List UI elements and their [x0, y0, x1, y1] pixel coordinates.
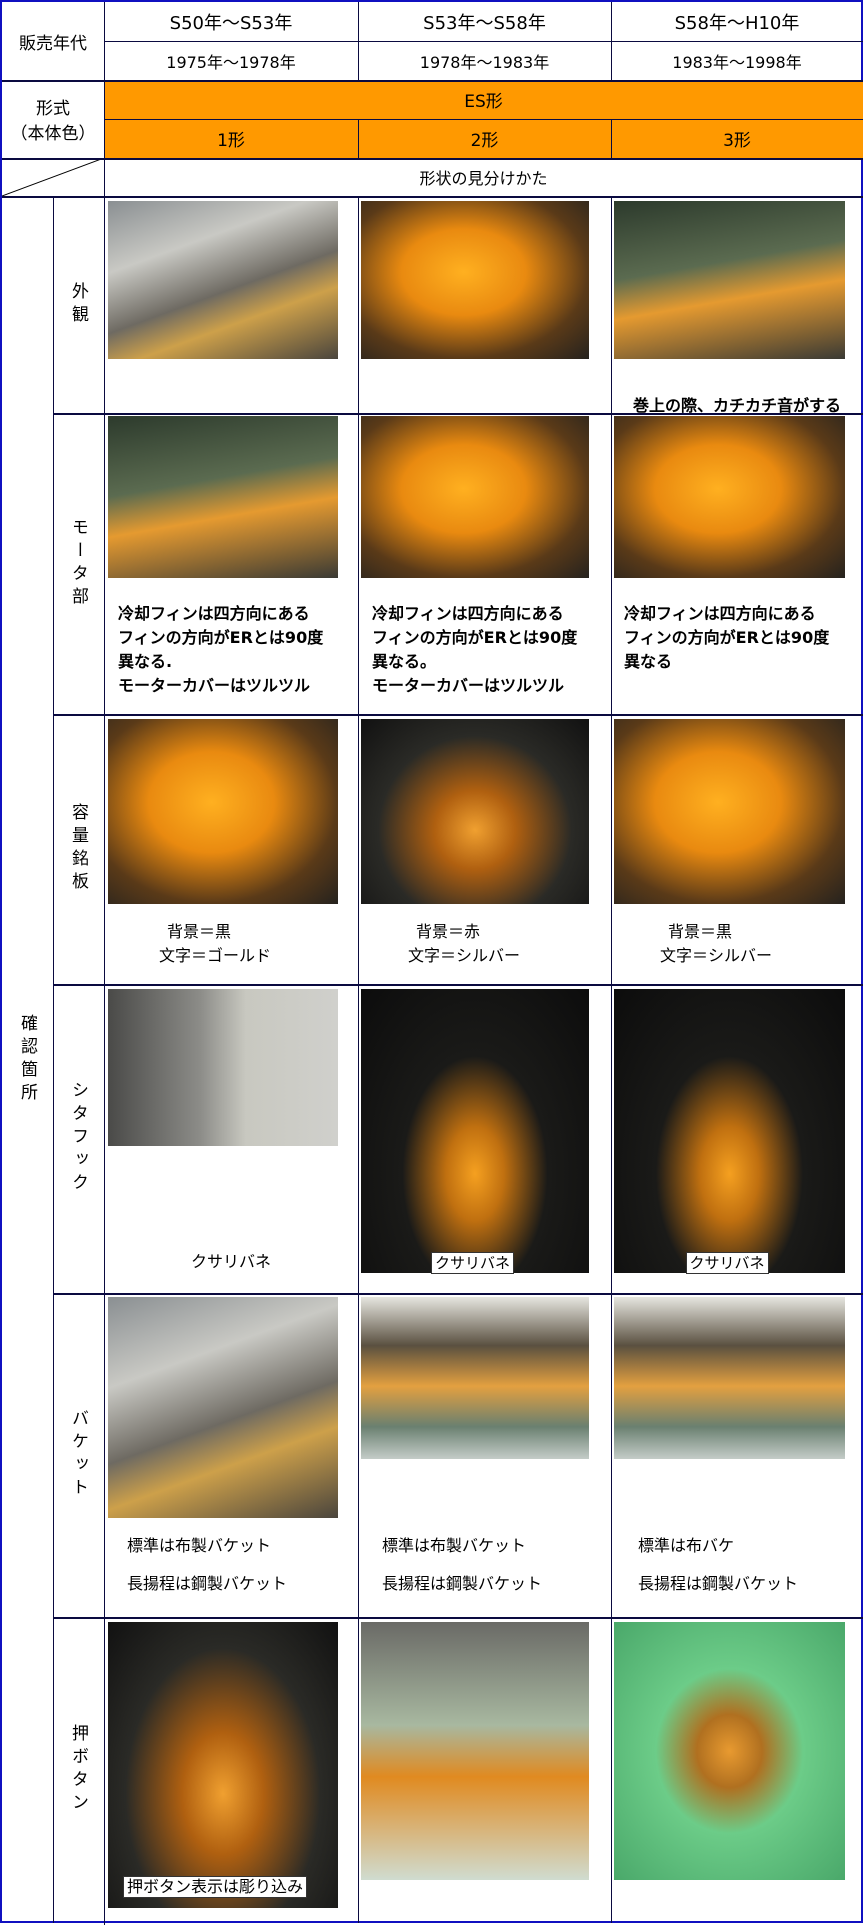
model-type: 1形	[104, 119, 358, 158]
grid-line	[2, 80, 863, 82]
motor-photo	[108, 416, 338, 578]
cell-note: 背景＝赤	[416, 922, 481, 941]
hoist-exterior-photo	[361, 201, 589, 359]
grid-line	[104, 2, 105, 1925]
grid-line	[104, 196, 863, 198]
cell-note: 長揚程は鋼製バケット	[127, 1574, 288, 1593]
identify-label: 形状の見分けかた	[419, 169, 548, 188]
period-showa: S58年～H10年	[674, 12, 800, 34]
cell-note: 背景＝黒	[167, 922, 232, 941]
cell-note: 異なる	[624, 652, 673, 671]
cell-note: フィンの方向がERとは90度	[372, 628, 578, 647]
cell-note: 背景＝黒	[668, 922, 733, 941]
motor-photo	[361, 416, 589, 578]
grid-line	[358, 119, 359, 158]
diagonal-line-svg	[1, 157, 105, 197]
cell-note: 標準は布製バケット	[127, 1536, 272, 1555]
chain-bucket-photo	[108, 1297, 338, 1518]
chain-bucket-photo	[614, 1297, 845, 1459]
grid-line	[53, 413, 863, 415]
chain-bucket-photo	[361, 1297, 589, 1459]
cell-note: 冷却フィンは四方向にある	[372, 604, 564, 623]
grid-line	[611, 119, 612, 158]
cell-note: 文字＝シルバー	[408, 946, 521, 965]
model-type: 2形	[358, 119, 611, 158]
cell-note: クサリバネ	[190, 1252, 271, 1271]
model-label-line2: （本体色）	[10, 124, 96, 144]
cell-note: 標準は布製バケット	[382, 1536, 527, 1555]
cell-note: 文字＝ゴールド	[159, 946, 272, 965]
period-year: 1983年～1998年	[672, 52, 802, 72]
grid-line	[611, 2, 612, 80]
section-label: モータ部	[68, 517, 88, 610]
grid-line	[53, 714, 863, 716]
sales-period-label: 販売年代	[19, 33, 87, 54]
cell-note: 標準は布バケ	[638, 1536, 735, 1555]
bottom-hook-photo	[108, 989, 338, 1146]
pendant-switch-photo	[108, 1622, 338, 1908]
capacity-plate-photo	[614, 719, 845, 904]
cell-note: 異なる.	[118, 652, 173, 671]
cell-note: 長揚程は鋼製バケット	[382, 1574, 543, 1593]
grid-line	[104, 41, 863, 42]
grid-line	[2, 158, 863, 160]
hoist-identification-table: 販売年代 S50年～S53年 1975年～1978年 S53年～S58年 1978年～1…	[0, 0, 863, 1925]
capacity-plate-photo	[108, 719, 338, 904]
grid-line	[53, 984, 863, 986]
grid-line	[611, 196, 612, 1923]
grid-line	[358, 2, 359, 80]
period-year: 1975年～1978年	[166, 52, 296, 72]
section-label: シタフック	[68, 1081, 88, 1196]
grid-line	[53, 196, 54, 1923]
grid-line	[53, 1617, 863, 1619]
pendant-switch-photo	[361, 1622, 589, 1880]
model-type: 3形	[611, 119, 863, 158]
grid-line	[104, 119, 863, 120]
model-label: 形式 （本体色）	[2, 80, 104, 158]
cell-note: 長揚程は鋼製バケット	[638, 1574, 799, 1593]
check-points-label: 確認箇所	[17, 1013, 37, 1106]
bottom-hook-photo	[614, 989, 845, 1273]
cell-note-label: 押ボタン表示は彫り込み	[123, 1876, 308, 1898]
cell-note-label: クサリバネ	[431, 1252, 515, 1274]
section-label: 押ボタン	[68, 1724, 88, 1816]
section-label: バケット	[68, 1409, 88, 1501]
diagonal-line	[1, 157, 105, 197]
cell-note: フィンの方向がERとは90度	[624, 628, 830, 647]
section-label: 外観	[68, 281, 88, 328]
period-year: 1978年～1983年	[419, 52, 550, 72]
cell-note: 異なる。	[372, 652, 437, 671]
period-showa: S53年～S58年	[423, 12, 546, 34]
grid-line	[53, 1293, 863, 1295]
period-showa: S50年～S53年	[169, 12, 293, 34]
cell-note: フィンの方向がERとは90度	[118, 628, 324, 647]
pendant-switch-photo	[614, 1622, 845, 1880]
cell-note: 文字＝シルバー	[660, 946, 773, 965]
cell-note: モーターカバーはツルツル	[372, 676, 565, 695]
model-label-line1: 形式	[36, 99, 70, 119]
section-label: 容量銘板	[68, 803, 88, 895]
bottom-hook-photo	[361, 989, 589, 1273]
cell-note: 冷却フィンは四方向にある	[118, 604, 310, 623]
cell-note: 冷却フィンは四方向にある	[624, 604, 816, 623]
motor-photo	[614, 416, 845, 578]
cell-note-label: クサリバネ	[685, 1252, 769, 1274]
model-group: ES形	[104, 80, 863, 119]
hoist-exterior-photo	[614, 201, 845, 359]
cell-note: モーターカバーはツルツル	[118, 676, 311, 695]
capacity-plate-photo	[361, 719, 589, 904]
grid-line	[358, 196, 359, 1923]
hoist-exterior-photo	[108, 201, 338, 359]
